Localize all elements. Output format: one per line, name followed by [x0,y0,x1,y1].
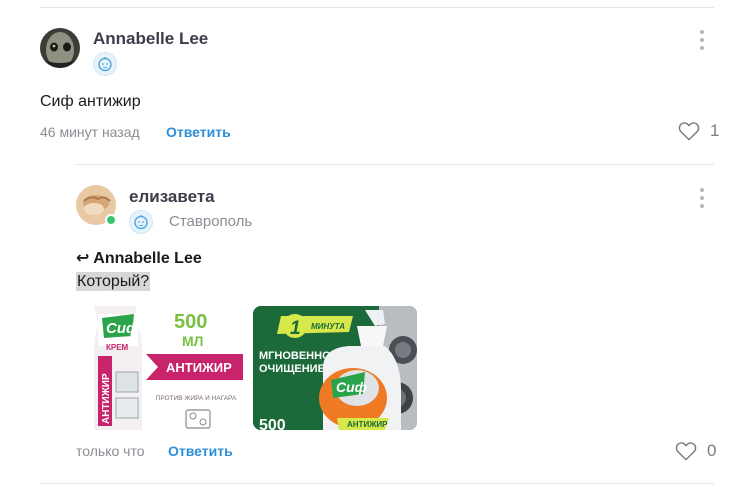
headline-line2: ОЧИЩЕНИЕ [259,363,325,375]
banner-text: АНТИЖИР [166,360,232,375]
volume-number: 500 [174,311,207,333]
banner-subtitle: ПРОТИВ ЖИРА И НАГАРА [156,395,237,402]
spray-label: АНТИЖИР [347,420,388,429]
spray-volume: 500 [259,417,286,430]
reply-text: Который? [76,272,151,291]
reply-button[interactable]: Ответить [166,124,231,140]
baby-icon [93,52,117,76]
online-indicator [105,214,117,226]
cream-label: КРЕМ [106,343,129,352]
comment-time: 46 минут назад [40,124,140,140]
baby-icon [129,210,153,234]
spray-cif-logo: Сиф [336,379,367,395]
badge-unit: МИНУТА [311,322,345,331]
heart-icon [675,442,697,461]
product-image-cif-cream[interactable]: Сиф КРЕМ АНТИЖИР 500 МЛ АНТИЖИР ПРОТИВ Ж… [76,306,243,430]
more-options-icon[interactable] [699,30,705,50]
like-button[interactable]: 1 [678,121,719,141]
bottom-divider [40,483,714,484]
badge-number: 1 [290,318,301,339]
comment-author[interactable]: Annabelle Lee [93,29,208,49]
heart-icon [678,122,700,141]
like-count: 1 [710,121,720,140]
reply-time: только что [76,443,145,459]
reply-author[interactable]: елизавета [129,187,215,207]
top-divider [40,7,714,8]
like-count: 0 [707,441,717,460]
reply-button[interactable]: Ответить [168,443,233,459]
comment-text: Сиф антижир [40,93,141,110]
volume-unit: МЛ [182,333,204,349]
more-options-icon[interactable] [699,188,705,208]
quoted-author-link[interactable]: ↩ Annabelle Lee [76,248,202,268]
reply-text-highlight: Который? [76,272,151,291]
like-button[interactable]: 0 [675,441,716,461]
side-label: АНТИЖИР [101,373,112,424]
avatar[interactable] [40,28,80,68]
comment-divider [76,164,714,165]
product-image-cif-spray[interactable]: 1 МИНУТА МГНОВЕННОЕ ОЧИЩЕНИЕ Сиф АНТИЖИР… [253,306,417,430]
cif-logo-text: Сиф [106,320,139,337]
reply-city: Ставрополь [169,213,253,230]
